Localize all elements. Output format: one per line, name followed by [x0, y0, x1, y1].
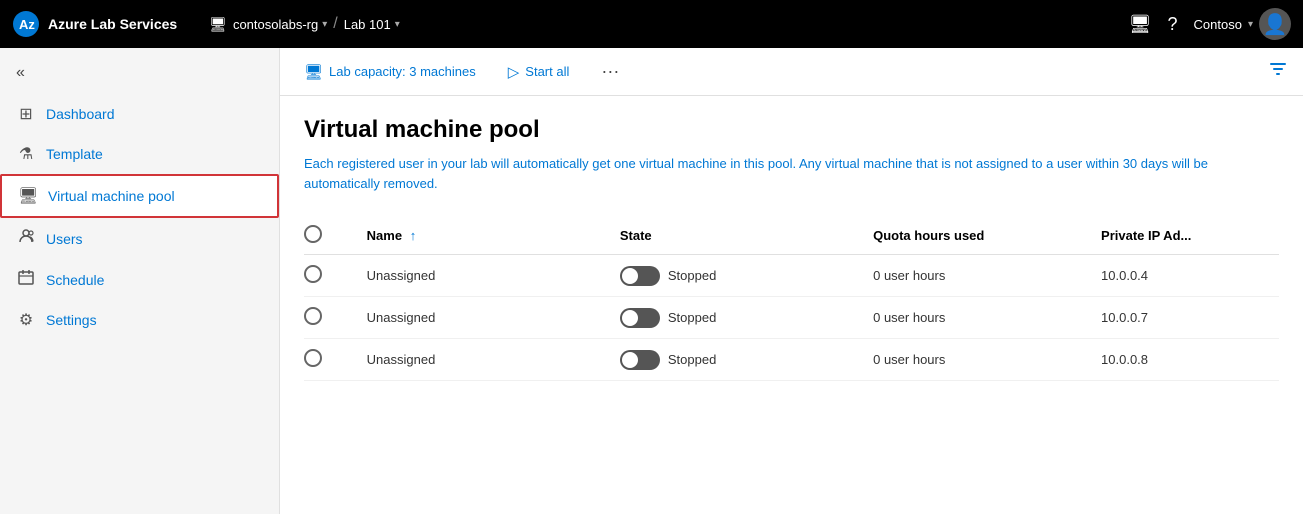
row-2-name: Unassigned: [355, 339, 608, 381]
sidebar: « ⊞ Dashboard ⚗ Template 🖥 Virtual machi…: [0, 48, 280, 514]
row-1-name: Unassigned: [355, 297, 608, 339]
col-header-quota: Quota hours used: [861, 217, 1089, 255]
table-row: Unassigned Stopped 0 user hours 10.0.0.4: [304, 255, 1279, 297]
page-description: Each registered user in your lab will au…: [304, 154, 1254, 193]
row-2-quota: 0 user hours: [861, 339, 1089, 381]
row-0-ip: 10.0.0.4: [1089, 255, 1279, 297]
schedule-icon: [16, 269, 36, 290]
row-0-state: Stopped: [608, 255, 861, 297]
capacity-btn[interactable]: 🖥 Lab capacity: 3 machines: [296, 59, 484, 85]
row-1-quota: 0 user hours: [861, 297, 1089, 339]
dashboard-icon: ⊞: [16, 104, 36, 124]
sidebar-label-settings: Settings: [46, 312, 97, 328]
breadcrumb-monitor-icon: 🖥: [209, 16, 227, 33]
app-name: Azure Lab Services: [48, 16, 177, 32]
navbar: Az Azure Lab Services 🖥 contosolabs-rg ▾…: [0, 0, 1303, 48]
users-icon: [16, 228, 36, 249]
breadcrumb-resource-group[interactable]: contosolabs-rg ▾: [233, 17, 327, 32]
row-2-state: Stopped: [608, 339, 861, 381]
row-0-toggle[interactable]: [620, 266, 660, 286]
row-1-ip: 10.0.0.7: [1089, 297, 1279, 339]
help-icon-btn[interactable]: ?: [1168, 14, 1178, 35]
sidebar-item-vm-pool[interactable]: 🖥 Virtual machine pool: [0, 174, 279, 218]
row-0-select: [304, 255, 355, 297]
start-all-label: Start all: [525, 64, 569, 79]
user-chevron: ▾: [1248, 19, 1253, 30]
sidebar-item-template[interactable]: ⚗ Template: [0, 134, 279, 174]
sidebar-item-users[interactable]: Users: [0, 218, 279, 259]
sidebar-label-vm-pool: Virtual machine pool: [48, 188, 175, 204]
row-0-state-label: Stopped: [668, 268, 716, 283]
vm-pool-icon: 🖥: [18, 186, 38, 206]
sidebar-label-template: Template: [46, 146, 103, 162]
row-2-toggle[interactable]: [620, 350, 660, 370]
table-row: Unassigned Stopped 0 user hours 10.0.0.8: [304, 339, 1279, 381]
row-2-ip: 10.0.0.8: [1089, 339, 1279, 381]
col-header-name[interactable]: Name ↑: [355, 217, 608, 255]
capacity-label: Lab capacity: 3 machines: [329, 64, 476, 79]
header-radio[interactable]: [304, 225, 322, 243]
row-2-radio[interactable]: [304, 349, 322, 367]
sidebar-label-dashboard: Dashboard: [46, 106, 115, 122]
more-btn[interactable]: ···: [593, 57, 627, 86]
app-logo: Az Azure Lab Services: [12, 10, 177, 38]
toolbar: 🖥 Lab capacity: 3 machines ▷ Start all ·…: [280, 48, 1303, 96]
sidebar-label-schedule: Schedule: [46, 272, 104, 288]
row-0-name: Unassigned: [355, 255, 608, 297]
svg-text:Az: Az: [19, 17, 35, 32]
sort-arrow-name: ↑: [410, 228, 417, 243]
table-header-row: Name ↑ State Quota hours used Private IP…: [304, 217, 1279, 255]
settings-icon: ⚙: [16, 310, 36, 330]
row-1-state-label: Stopped: [668, 310, 716, 325]
col-header-select: [304, 217, 355, 255]
row-1-toggle[interactable]: [620, 308, 660, 328]
row-0-radio[interactable]: [304, 265, 322, 283]
breadcrumb-lab[interactable]: Lab 101 ▾: [344, 17, 400, 32]
page-title: Virtual machine pool: [304, 116, 1279, 144]
col-header-ip: Private IP Ad...: [1089, 217, 1279, 255]
monitor-icon-btn[interactable]: 🖥: [1129, 14, 1152, 35]
start-all-icon: ▷: [508, 63, 520, 81]
main-content: 🖥 Lab capacity: 3 machines ▷ Start all ·…: [280, 48, 1303, 514]
page-body: Virtual machine pool Each registered use…: [280, 96, 1303, 514]
template-icon: ⚗: [16, 144, 36, 164]
user-menu[interactable]: Contoso ▾ 👤: [1194, 8, 1291, 40]
sidebar-item-schedule[interactable]: Schedule: [0, 259, 279, 300]
breadcrumb: 🖥 contosolabs-rg ▾ / Lab 101 ▾: [209, 15, 1117, 33]
sidebar-item-settings[interactable]: ⚙ Settings: [0, 300, 279, 340]
table-row: Unassigned Stopped 0 user hours 10.0.0.7: [304, 297, 1279, 339]
row-1-state: Stopped: [608, 297, 861, 339]
row-0-quota: 0 user hours: [861, 255, 1089, 297]
sidebar-collapse-btn[interactable]: «: [0, 56, 279, 94]
row-1-radio[interactable]: [304, 307, 322, 325]
start-all-btn[interactable]: ▷ Start all: [500, 59, 578, 85]
vm-table: Name ↑ State Quota hours used Private IP…: [304, 217, 1279, 381]
sidebar-label-users: Users: [46, 231, 83, 247]
user-label: Contoso: [1194, 17, 1242, 32]
row-2-select: [304, 339, 355, 381]
navbar-right: 🖥 ? Contoso ▾ 👤: [1129, 8, 1291, 40]
row-1-select: [304, 297, 355, 339]
col-header-state: State: [608, 217, 861, 255]
breadcrumb-sep: /: [333, 15, 337, 33]
row-2-state-label: Stopped: [668, 352, 716, 367]
user-avatar: 👤: [1259, 8, 1291, 40]
sidebar-item-dashboard[interactable]: ⊞ Dashboard: [0, 94, 279, 134]
capacity-icon: 🖥: [304, 63, 323, 81]
filter-btn[interactable]: [1269, 60, 1287, 83]
layout: « ⊞ Dashboard ⚗ Template 🖥 Virtual machi…: [0, 48, 1303, 514]
